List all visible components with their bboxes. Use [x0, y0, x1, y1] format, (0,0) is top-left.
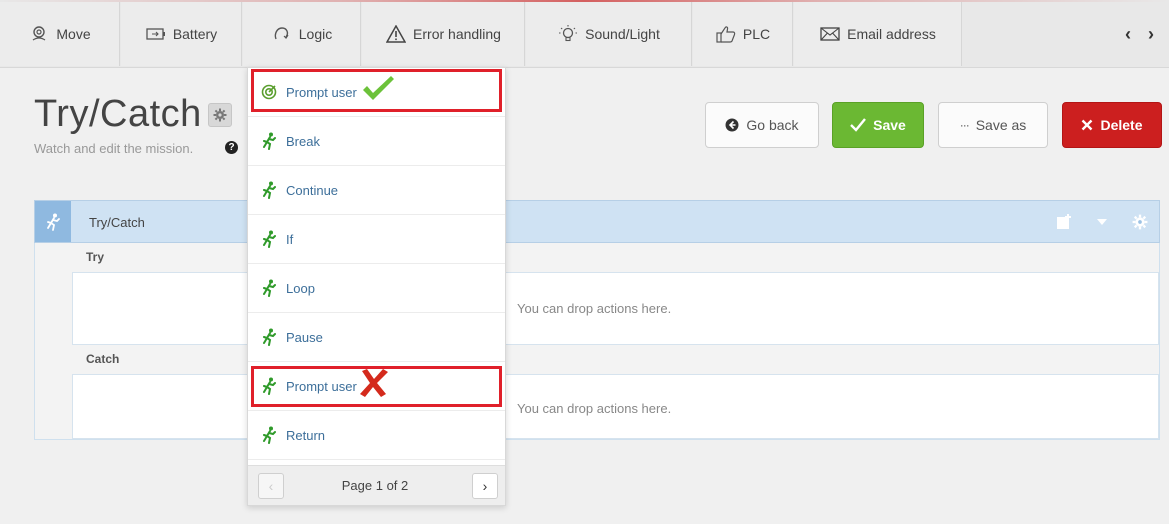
- menu-item-label: Pause: [286, 329, 323, 345]
- menu-item-label: Return: [286, 427, 326, 443]
- tab-label: Logic: [298, 26, 333, 42]
- envelope-icon: [819, 25, 841, 43]
- tab-label: Error handling: [413, 26, 501, 42]
- menu-item-label: Break: [286, 133, 320, 149]
- try-section-label: Try: [86, 250, 105, 264]
- thumbs-up-icon: [715, 25, 737, 43]
- page-subtitle: Watch and edit the mission.: [34, 141, 194, 156]
- menu-item-label: Continue: [286, 182, 339, 198]
- delete-label: Delete: [1100, 117, 1143, 133]
- runner-icon: [260, 426, 278, 444]
- catch-section-label: Catch: [86, 352, 120, 366]
- mission-settings-button[interactable]: [208, 103, 232, 127]
- save-as-button[interactable]: ··· Save as: [938, 102, 1048, 148]
- collapse-button[interactable]: [1091, 211, 1113, 233]
- next-page-button[interactable]: ›: [472, 473, 498, 499]
- menu-item-label: If: [286, 231, 294, 247]
- checkmark-icon: [850, 118, 867, 132]
- menu-item-loop[interactable]: Loop: [248, 264, 505, 313]
- menu-item-continue[interactable]: Continue: [248, 166, 505, 215]
- try-catch-block-header[interactable]: Try/Catch: [34, 200, 1160, 243]
- previous-page-button[interactable]: ‹: [258, 473, 284, 499]
- save-label: Save: [873, 117, 906, 133]
- tab-plc[interactable]: PLC: [693, 2, 793, 66]
- save-as-label: Save as: [975, 117, 1027, 133]
- runner-icon: [260, 328, 278, 346]
- gear-icon: [1132, 214, 1148, 230]
- category-tab-bar: Move Battery Logic Error handling Sound/…: [0, 0, 1169, 68]
- close-icon: [1081, 119, 1093, 131]
- add-note-icon: [1057, 214, 1071, 229]
- ellipsis-icon: ···: [959, 118, 970, 132]
- tab-email-address[interactable]: Email address: [794, 2, 962, 66]
- delete-button[interactable]: Delete: [1062, 102, 1162, 148]
- catch-drop-hint: You can drop actions here.: [517, 401, 672, 416]
- go-back-label: Go back: [746, 117, 799, 133]
- gear-icon: [213, 108, 227, 122]
- tab-logic[interactable]: Logic: [243, 2, 361, 66]
- runner-icon: [260, 279, 278, 297]
- runner-icon: [260, 181, 278, 199]
- pagination-label: Page 1 of 2: [341, 478, 409, 493]
- tabs-scroll-left-button[interactable]: ‹: [1108, 2, 1148, 66]
- battery-icon: [145, 25, 167, 43]
- runner-icon: [47, 213, 60, 231]
- lightbulb-icon: [557, 25, 579, 43]
- menu-item-if[interactable]: If: [248, 215, 505, 264]
- tab-battery[interactable]: Battery: [121, 2, 242, 66]
- tab-label: Move: [56, 26, 91, 42]
- go-back-button[interactable]: Go back: [705, 102, 819, 148]
- block-title: Try/Catch: [89, 215, 145, 230]
- chevron-left-icon: ‹: [268, 478, 274, 494]
- drag-handle[interactable]: [35, 201, 71, 242]
- tab-label: PLC: [742, 26, 771, 42]
- arrow-left-circle-icon: [725, 118, 739, 132]
- page-title: Try/Catch: [34, 93, 202, 135]
- save-button[interactable]: Save: [832, 102, 924, 148]
- chevron-right-icon: ›: [482, 478, 488, 494]
- menu-item-break[interactable]: Break: [248, 117, 505, 166]
- correct-choice-highlight: [251, 69, 502, 112]
- wrong-choice-highlight: [251, 366, 502, 407]
- tab-sound-light[interactable]: Sound/Light: [526, 2, 692, 66]
- menu-item-label: Loop: [286, 280, 315, 296]
- chevron-left-icon: ‹: [1125, 23, 1131, 44]
- warning-icon: [385, 25, 407, 43]
- chevron-right-icon: ›: [1148, 23, 1154, 44]
- block-settings-button[interactable]: [1129, 211, 1151, 233]
- add-note-button[interactable]: [1053, 211, 1075, 233]
- tabs-scroll-right-button[interactable]: ›: [1148, 2, 1169, 66]
- tab-label: Battery: [172, 26, 218, 42]
- tab-error-handling[interactable]: Error handling: [362, 2, 525, 66]
- menu-item-pause[interactable]: Pause: [248, 313, 505, 362]
- dropdown-pagination: ‹ Page 1 of 2 ›: [248, 465, 505, 505]
- tab-move[interactable]: Move: [0, 2, 120, 66]
- tab-label: Email address: [847, 26, 936, 42]
- logic-icon: [271, 25, 293, 43]
- logic-actions-dropdown: Prompt user Break Continue If Loop Pause…: [247, 67, 506, 506]
- caret-down-icon: [1097, 219, 1107, 225]
- try-drop-hint: You can drop actions here.: [517, 301, 672, 316]
- location-pin-icon: [28, 25, 50, 43]
- tab-label: Sound/Light: [585, 26, 660, 42]
- menu-item-return[interactable]: Return: [248, 411, 505, 460]
- runner-icon: [260, 230, 278, 248]
- runner-icon: [260, 132, 278, 150]
- help-icon[interactable]: ?: [225, 141, 238, 154]
